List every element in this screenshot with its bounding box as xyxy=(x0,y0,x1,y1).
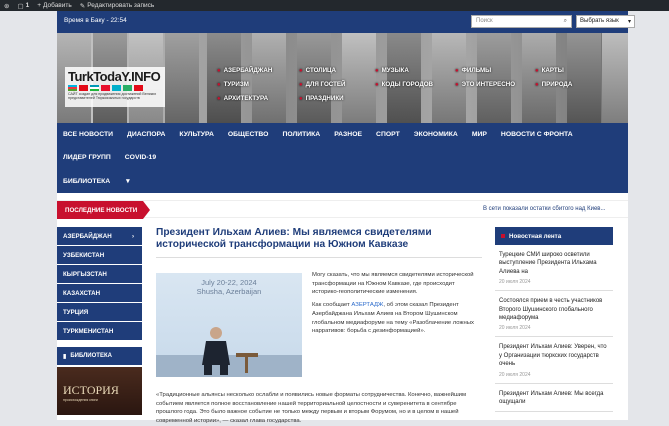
ticker-headline[interactable]: В сети показали остатки сбитого над Киев… xyxy=(483,206,605,212)
edit-post-link[interactable]: ✎ Редактировать запись xyxy=(80,2,155,10)
feed-item[interactable]: Турецкие СМИ широко осветили выступление… xyxy=(495,245,613,292)
comments-link[interactable]: ▢ 1 xyxy=(17,2,29,10)
chevron-right-icon: › xyxy=(131,232,134,240)
banner-link-films[interactable]: ФИЛЬМЫ xyxy=(455,67,492,74)
feed-item[interactable]: Состоялся прием в честь участников Второ… xyxy=(495,291,613,338)
sidebar-item-kyrgyzstan[interactable]: КЫРГЫЗСТАН xyxy=(57,265,142,284)
main-nav-row-3: БИБЛИОТЕКА ▾ xyxy=(57,169,628,192)
sidebar-item-uzbekistan[interactable]: УЗБЕКИСТАН xyxy=(57,246,142,265)
main-nav-row-1: ВСЕ НОВОСТИ ДИАСПОРА КУЛЬТУРА ОБЩЕСТВО П… xyxy=(57,123,628,146)
banner-link-music[interactable]: МУЗЫКА xyxy=(375,67,409,74)
divider xyxy=(156,257,482,259)
top-bar: Время в Баку - 22:54 Поиск ⌕ Выбрать язы… xyxy=(57,11,635,33)
caret-down-icon: ▾ xyxy=(126,177,130,185)
library-header: ▮ БИБЛИОТЕКА xyxy=(57,347,142,365)
book-icon: ▮ xyxy=(63,353,67,360)
nav-all-news[interactable]: ВСЕ НОВОСТИ xyxy=(63,131,113,138)
nav-group-leader[interactable]: ЛИДЕР ГРУПП xyxy=(63,154,111,161)
sidebar-item-kazakhstan[interactable]: КАЗАХСТАН xyxy=(57,284,142,303)
banner-link-interesting[interactable]: ЭТО ИНТЕРЕСНО xyxy=(455,81,515,88)
nav-economy[interactable]: ЭКОНОМИКА xyxy=(414,131,458,138)
sidebar-item-turkmenistan[interactable]: ТУРКМЕНИСТАН xyxy=(57,322,142,341)
nav-world[interactable]: МИР xyxy=(472,131,487,138)
banner-link-guests[interactable]: ДЛЯ ГОСТЕЙ xyxy=(299,81,346,88)
news-feed: Новостная лента Турецкие СМИ широко осве… xyxy=(495,227,613,413)
country-sidebar: АЗЕРБАЙДЖАН › УЗБЕКИСТАН КЫРГЫЗСТАН КАЗАХ… xyxy=(57,227,142,415)
banner-link-azerbaijan[interactable]: АЗЕРБАЙДЖАН xyxy=(217,67,273,74)
feed-item[interactable]: Президент Ильхам Алиев: Мы всегда ощущал… xyxy=(495,384,613,413)
banner-link-city-codes[interactable]: КОДЫ ГОРОДОВ xyxy=(375,81,433,88)
chevron-down-icon: ▾ xyxy=(627,19,631,25)
wordpress-icon[interactable]: ⊛ xyxy=(4,2,9,10)
search-input[interactable]: Поиск ⌕ xyxy=(471,15,572,28)
article-intro: Могу сказать, что мы являемся свидетелям… xyxy=(312,271,482,340)
nav-diaspora[interactable]: ДИАСПОРА xyxy=(127,131,165,138)
banner-link-architecture[interactable]: АРХИТЕКТУРА xyxy=(217,95,268,102)
main-nav: ВСЕ НОВОСТИ ДИАСПОРА КУЛЬТУРА ОБЩЕСТВО П… xyxy=(57,123,628,193)
header-banner: TurkTodaY.INFO САЙТ создан для продвижен… xyxy=(57,33,628,123)
article-headline: Президент Ильхам Алиев: Мы являемся свид… xyxy=(156,227,432,251)
nav-front-news[interactable]: НОВОСТИ С ФРОНТА xyxy=(501,131,573,138)
banner-link-holidays[interactable]: ПРАЗДНИКИ xyxy=(299,95,344,102)
page: Время в Баку - 22:54 Поиск ⌕ Выбрать язы… xyxy=(57,11,635,424)
article-paragraph-2: Как сообщает АЗЕРТАДЖ, об этом сказал Пр… xyxy=(312,302,474,335)
banner-link-nature[interactable]: ПРИРОДА xyxy=(535,81,573,88)
speaker-figure xyxy=(156,327,302,377)
nav-misc[interactable]: РАЗНОЕ xyxy=(334,131,362,138)
library-book-cover[interactable]: ИСТОРИЯ происхождения книги xyxy=(57,367,142,415)
nav-covid[interactable]: COVID-19 xyxy=(125,154,156,161)
nav-politics[interactable]: ПОЛИТИКА xyxy=(282,131,320,138)
feed-item[interactable]: Президент Ильхам Алиев: Уверен, что у Ор… xyxy=(495,337,613,384)
baku-time: Время в Баку - 22:54 xyxy=(64,17,127,24)
add-new-link[interactable]: + Добавить xyxy=(37,2,72,9)
search-icon[interactable]: ⌕ xyxy=(564,18,567,25)
language-select[interactable]: Выбрать язык ▾ xyxy=(576,15,635,28)
banner-link-capital[interactable]: СТОЛИЦА xyxy=(299,67,336,74)
site-logo[interactable]: TurkTodaY.INFO САЙТ создан для продвижен… xyxy=(65,67,165,107)
banner-link-tourism[interactable]: ТУРИЗМ xyxy=(217,81,249,88)
article: Президент Ильхам Алиев: Мы являемся свид… xyxy=(156,227,482,424)
source-link[interactable]: АЗЕРТАДЖ xyxy=(351,302,383,308)
main-nav-row-2: ЛИДЕР ГРУПП COVID-19 xyxy=(57,146,628,169)
nav-culture[interactable]: КУЛЬТУРА xyxy=(179,131,213,138)
book-title: ИСТОРИЯ xyxy=(63,383,119,397)
flags-row xyxy=(68,85,162,91)
sidebar-item-turkey[interactable]: ТУРЦИЯ xyxy=(57,303,142,322)
sidebar-item-azerbaijan[interactable]: АЗЕРБАЙДЖАН › xyxy=(57,227,142,246)
nav-library[interactable]: БИБЛИОТЕКА ▾ xyxy=(63,177,143,185)
admin-bar: ⊛ ▢ 1 + Добавить ✎ Редактировать запись xyxy=(0,0,669,11)
nav-society[interactable]: ОБЩЕСТВО xyxy=(228,131,269,138)
news-feed-header: Новостная лента xyxy=(495,227,613,245)
article-paragraph-1: Могу сказать, что мы являемся свидетелям… xyxy=(312,272,474,296)
nav-sport[interactable]: СПОРТ xyxy=(376,131,400,138)
ticker-label: ПОСЛЕДНИЕ НОВОСТИ xyxy=(57,201,150,219)
article-paragraph-3: «Традиционные альянсы несколько ослабли … xyxy=(156,392,467,425)
banner-link-maps[interactable]: КАРТЫ xyxy=(535,67,564,74)
article-photo[interactable]: July 20-22, 2024 Shusha, Azerbaijan xyxy=(156,273,302,377)
book-subtitle: происхождения книги xyxy=(63,398,98,402)
news-ticker: ПОСЛЕДНИЕ НОВОСТИ В сети показали остатк… xyxy=(57,200,628,219)
